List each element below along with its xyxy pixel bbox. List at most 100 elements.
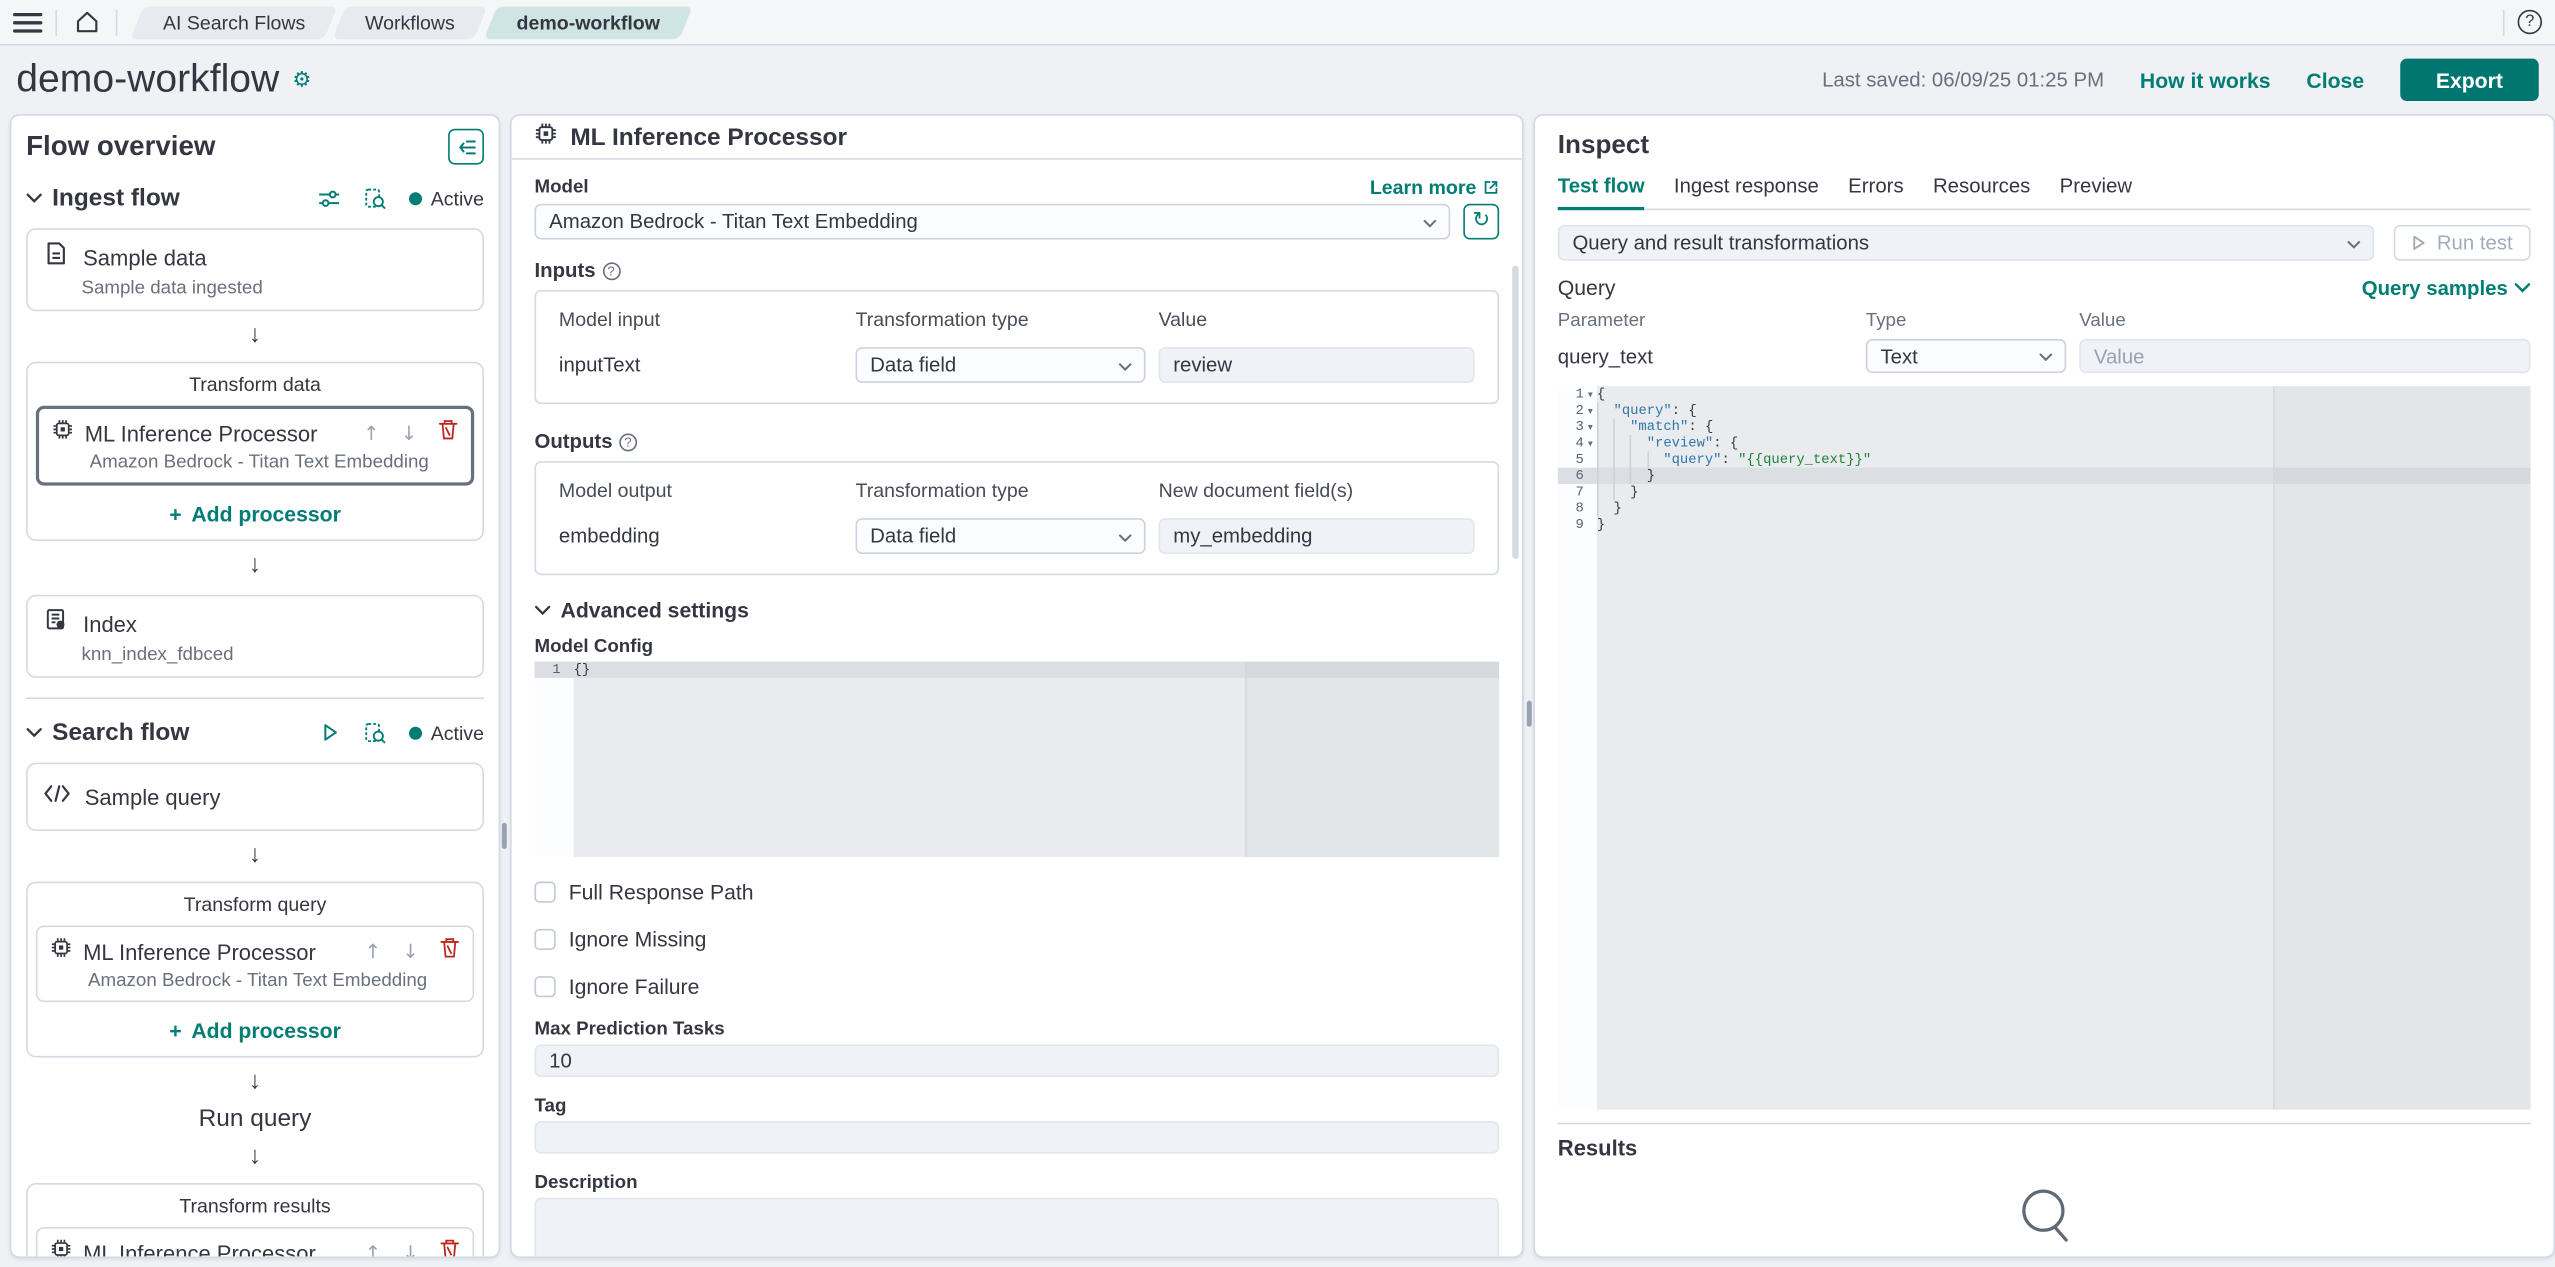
close-link[interactable]: Close [2306, 68, 2364, 92]
parameter-type-select[interactable]: Text [1866, 339, 2066, 373]
editor-content[interactable]: {} [574, 662, 1500, 858]
active-dot-icon [410, 726, 423, 739]
flow-arrow-down-icon: ↓ [26, 1067, 484, 1095]
inspect-title: Inspect [1558, 132, 2531, 161]
index-card[interactable]: Index knn_index_fdbced [26, 595, 484, 678]
advanced-settings-toggle[interactable]: Advanced settings [534, 598, 1499, 622]
checkbox-icon[interactable] [534, 976, 555, 997]
print-margin [2274, 386, 2531, 1109]
query-samples-link[interactable]: Query samples [2362, 276, 2531, 299]
add-processor-button-query[interactable]: + Add processor [36, 1018, 474, 1042]
tab-resources[interactable]: Resources [1933, 174, 2030, 208]
checkbox-icon[interactable] [534, 882, 555, 903]
ingest-inspect-icon[interactable] [364, 187, 387, 210]
inputs-col-transformation-type: Transformation type [855, 308, 1145, 331]
ml-inference-processor-card-ingest[interactable]: ML Inference Processor ↑ ↓ Amazon Bedroc… [36, 406, 474, 486]
outputs-help-icon[interactable]: ? [619, 433, 637, 451]
move-down-icon[interactable]: ↓ [402, 1242, 418, 1258]
outputs-row: embedding Data field [559, 518, 1475, 554]
param-col-parameter: Parameter [1558, 311, 1853, 331]
document-icon [44, 241, 68, 274]
sample-data-card[interactable]: Sample data Sample data ingested [26, 228, 484, 311]
ingest-flow-title: Ingest flow [52, 184, 180, 212]
description-field[interactable] [534, 1198, 1499, 1258]
ignore-failure-checkbox[interactable]: Ignore Failure [534, 974, 1499, 998]
search-inspect-icon[interactable] [364, 721, 387, 744]
ml-inference-processor-card-query[interactable]: ML Inference Processor ↑ ↓ Amazon Bedroc… [36, 926, 474, 1003]
move-up-icon[interactable]: ↑ [365, 1242, 381, 1258]
breadcrumb-ai-search-flows[interactable]: AI Search Flows [130, 6, 338, 39]
ml-inference-processor-card-results[interactable]: ML Inference Processor ↑ ↓ Amazon Bedroc… [36, 1227, 474, 1258]
panel-resize-handle[interactable] [1526, 701, 1531, 727]
transform-data-label: Transform data [36, 373, 474, 396]
sample-query-card[interactable]: Sample query [26, 763, 484, 831]
max-prediction-tasks-field[interactable] [534, 1045, 1499, 1078]
delete-trash-icon[interactable] [440, 1238, 460, 1258]
move-down-icon[interactable]: ↓ [401, 422, 417, 445]
panel-resize-handle[interactable] [501, 823, 506, 849]
input-value-field[interactable] [1159, 347, 1475, 383]
model-select[interactable]: Amazon Bedrock - Titan Text Embedding [534, 204, 1450, 240]
move-down-icon[interactable]: ↓ [402, 940, 418, 963]
how-it-works-link[interactable]: How it works [2140, 68, 2271, 92]
learn-more-link[interactable]: Learn more [1370, 176, 1499, 199]
app-window: AI Search Flows Workflows demo-workflow … [0, 0, 2555, 1267]
help-icon[interactable]: ? [2518, 10, 2542, 34]
ingest-settings-sliders-icon[interactable] [318, 187, 341, 210]
print-margin [1245, 662, 1500, 858]
inputs-help-icon[interactable]: ? [602, 262, 620, 280]
run-test-button[interactable]: Run test [2394, 225, 2530, 261]
processor-subtitle: Amazon Bedrock - Titan Text Embedding [90, 453, 458, 473]
export-button[interactable]: Export [2400, 59, 2539, 101]
output-transformation-type-select[interactable]: Data field [855, 518, 1145, 554]
flow-arrow-down-icon: ↓ [26, 841, 484, 869]
delete-trash-icon[interactable] [440, 937, 460, 966]
search-flow-title: Search flow [52, 719, 189, 747]
collapse-panel-icon[interactable] [448, 129, 484, 165]
plus-icon: + [169, 502, 181, 526]
inspect-tabs: Test flow Ingest response Errors Resourc… [1558, 174, 2531, 210]
ingest-flow-chevron-down-icon[interactable] [26, 192, 42, 203]
param-col-type: Type [1866, 311, 2066, 331]
processor-title: ML Inference Processor [83, 939, 316, 963]
model-output-name: embedding [559, 525, 843, 548]
processor-title: ML Inference Processor [83, 1241, 316, 1258]
refresh-models-button[interactable]: ↻ [1463, 204, 1499, 240]
tab-test-flow[interactable]: Test flow [1558, 174, 1645, 210]
chip-icon [51, 1238, 72, 1258]
scrollbar-thumb[interactable] [1512, 266, 1519, 559]
flow-overview-panel: Flow overview Ingest flow Active [10, 114, 500, 1258]
inputs-row: inputText Data field [559, 347, 1475, 383]
delete-trash-icon[interactable] [438, 419, 458, 448]
checkbox-icon[interactable] [534, 929, 555, 950]
full-response-path-checkbox[interactable]: Full Response Path [534, 880, 1499, 904]
query-editor[interactable]: 1▾2▾3▾4▾56789 {"query": {"match": {"revi… [1558, 386, 2531, 1109]
menu-icon[interactable] [13, 12, 42, 32]
search-flow-chevron-down-icon[interactable] [26, 727, 42, 738]
home-icon[interactable] [70, 6, 103, 39]
inputs-col-value: Value [1159, 308, 1475, 331]
transform-query-label: Transform query [36, 893, 474, 916]
workflow-settings-gear-icon[interactable]: ⚙ [292, 68, 311, 92]
processor-config-panel: ML Inference Processor Model Learn more … [510, 114, 1524, 1258]
move-up-icon[interactable]: ↑ [363, 422, 379, 445]
tab-errors[interactable]: Errors [1848, 174, 1903, 208]
editor-content[interactable]: {"query": {"match": {"review": {"query":… [1597, 386, 2531, 1109]
run-search-play-icon[interactable] [320, 722, 341, 743]
model-config-editor[interactable]: 1 {} [534, 662, 1499, 858]
tab-ingest-response[interactable]: Ingest response [1674, 174, 1819, 208]
tag-field[interactable] [534, 1121, 1499, 1154]
parameter-value-field[interactable] [2079, 339, 2530, 373]
move-up-icon[interactable]: ↑ [365, 940, 381, 963]
output-value-field[interactable] [1159, 518, 1475, 554]
add-processor-button-ingest[interactable]: + Add processor [36, 502, 474, 526]
code-icon [44, 782, 70, 811]
breadcrumb-workflows[interactable]: Workflows [333, 6, 488, 39]
breadcrumb-demo-workflow[interactable]: demo-workflow [483, 6, 692, 39]
transformations-select[interactable]: Query and result transformations [1558, 225, 2375, 261]
ignore-missing-checkbox[interactable]: Ignore Missing [534, 927, 1499, 951]
processor-panel-title: ML Inference Processor [570, 123, 847, 151]
outputs-col-transformation-type: Transformation type [855, 479, 1145, 502]
input-transformation-type-select[interactable]: Data field [855, 347, 1145, 383]
tab-preview[interactable]: Preview [2060, 174, 2132, 208]
